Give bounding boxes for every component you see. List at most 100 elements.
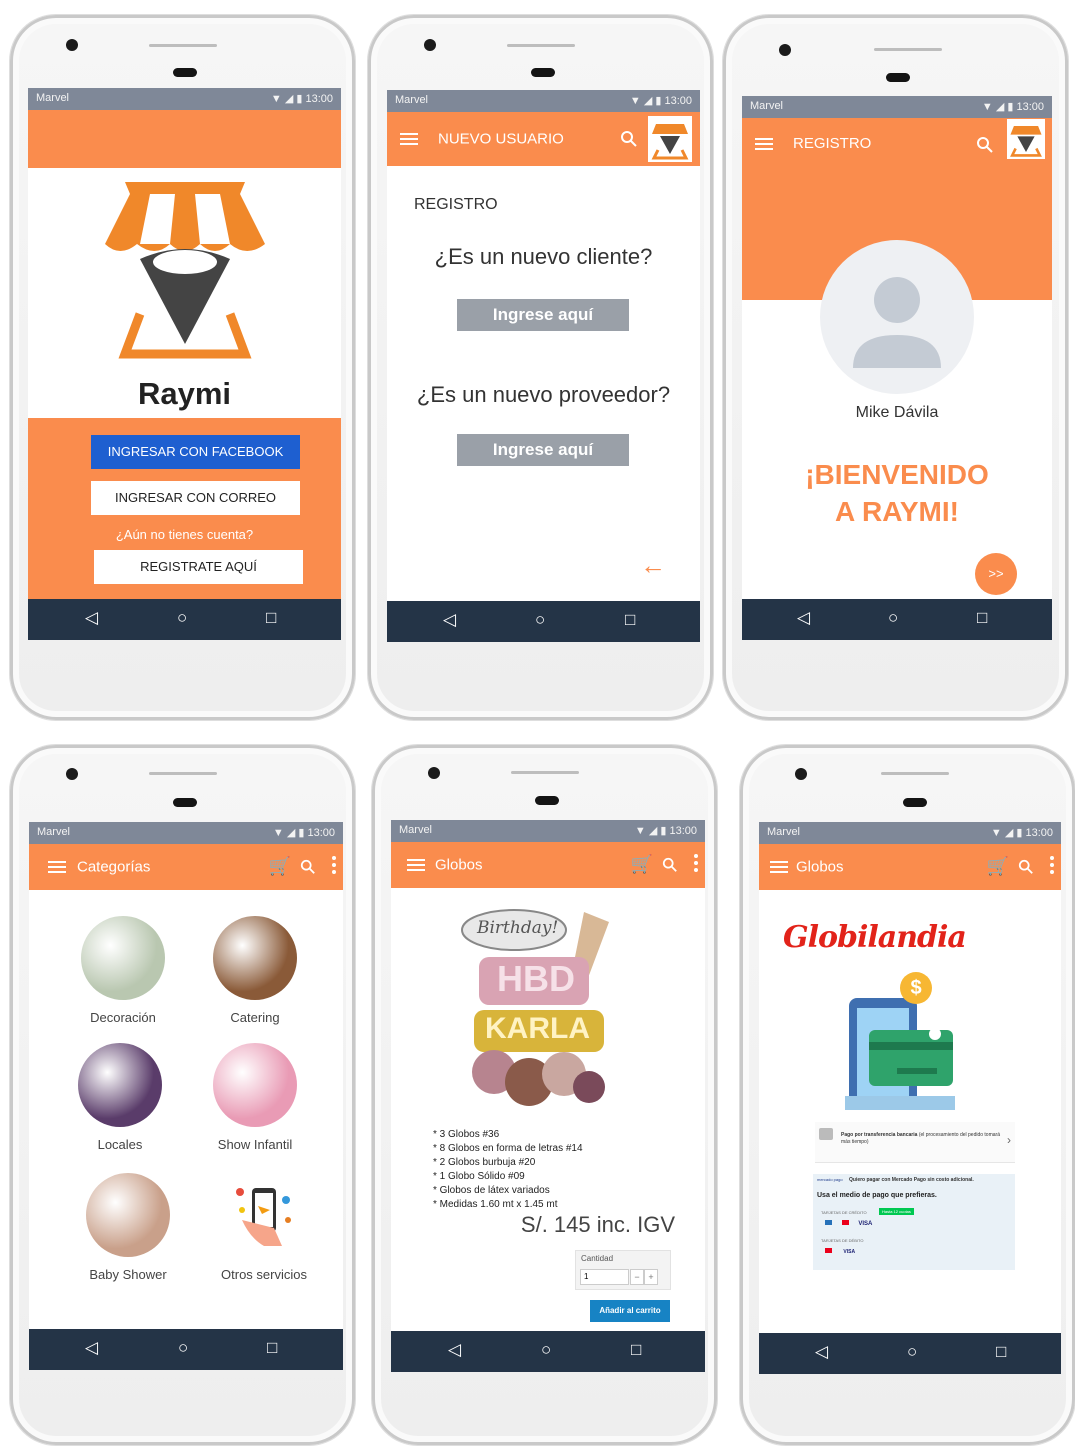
quantity-minus-button[interactable]: − (630, 1269, 644, 1285)
more-options-icon[interactable] (332, 856, 336, 874)
quantity-plus-button[interactable]: + (644, 1269, 658, 1285)
section-title: REGISTRO (414, 196, 498, 213)
category-decoracion[interactable]: Decoración (73, 916, 173, 1025)
debit-cards-label: TARJETAS DE DÉBITO (821, 1238, 864, 1243)
no-account-text: ¿Aún no tienes cuenta? (115, 527, 254, 542)
signal-icons: ▼ ◢ ▮ (981, 101, 1014, 113)
back-button[interactable]: ◁ (448, 1340, 461, 1360)
menu-icon[interactable] (48, 858, 66, 876)
category-otros-servicios[interactable]: Otros servicios (199, 1173, 329, 1282)
search-icon[interactable] (662, 857, 678, 873)
screen: Marvel ▼ ◢ ▮ 13:00 Globos 🛒 Globilandia (759, 822, 1061, 1374)
signal-icons: ▼ ◢ ▮ (629, 95, 662, 107)
transfer-title: Pago por transferencia bancaria (841, 1132, 918, 1138)
email-login-button[interactable]: INGRESAR CON CORREO (91, 481, 300, 515)
chevron-right-icon: › (1007, 1133, 1011, 1147)
sensor (886, 73, 910, 82)
home-button[interactable]: ○ (541, 1340, 551, 1360)
cart-icon[interactable]: 🛒 (269, 856, 291, 877)
user-name: Mike Dávila (855, 404, 939, 421)
provider-register-button[interactable]: Ingrese aquí (457, 434, 629, 466)
welcome-line2: A RAYMI! (835, 496, 959, 527)
quantity-label: Cantidad (581, 1254, 614, 1263)
menu-icon[interactable] (407, 856, 425, 874)
status-bar: Marvel ▼ ◢ ▮ 13:00 (28, 88, 341, 110)
facebook-login-button[interactable]: INGRESAR CON FACEBOOK (91, 435, 300, 469)
recents-button[interactable]: □ (266, 608, 276, 628)
category-show-infantil[interactable]: Show Infantil (195, 1043, 315, 1152)
home-button[interactable]: ○ (178, 1338, 188, 1358)
category-label: Catering (230, 1010, 280, 1025)
product-image: Birthday! HBD KARLA (449, 892, 629, 1112)
add-to-cart-button[interactable]: Añadir al carrito (590, 1300, 670, 1322)
phone-hand-icon (236, 1188, 291, 1246)
back-button[interactable]: ◁ (443, 610, 456, 630)
search-icon[interactable] (976, 136, 994, 154)
search-icon[interactable] (620, 130, 638, 148)
recents-button[interactable]: □ (267, 1338, 277, 1358)
sensor (903, 798, 927, 807)
mercadopago-text: Quiero pagar con Mercado Pago sin costo … (849, 1177, 974, 1183)
product-price: S/. 145 inc. IGV (520, 1212, 675, 1237)
quantity-input[interactable]: 1 (580, 1269, 629, 1285)
back-arrow-icon[interactable]: ← (640, 550, 666, 581)
recents-button[interactable]: □ (977, 608, 987, 628)
nav-bar: ◁ ○ □ (742, 599, 1052, 640)
screen: Marvel ▼ ◢ ▮ 13:00 Raymi INGRESAR CON FA… (28, 88, 341, 640)
category-catering[interactable]: Catering (195, 916, 315, 1025)
recents-button[interactable]: □ (996, 1342, 1006, 1362)
screen: Marvel ▼ ◢ ▮ 13:00 REGISTRO Mike Dávila … (742, 96, 1052, 640)
back-button[interactable]: ◁ (85, 1338, 98, 1358)
back-button[interactable]: ◁ (85, 608, 98, 628)
status-bar: Marvel ▼ ◢ ▮ 13:00 (742, 96, 1052, 118)
home-button[interactable]: ○ (177, 608, 187, 628)
category-locales[interactable]: Locales (70, 1043, 170, 1152)
appbar: NUEVO USUARIO (387, 112, 700, 166)
register-button[interactable]: REGISTRATE AQUÍ (94, 550, 303, 584)
clock: 13:00 (669, 825, 697, 837)
camera (66, 39, 78, 51)
detail-line: * 8 Globos en forma de letras #14 (433, 1143, 583, 1154)
quantity-box: Cantidad 1 − + (575, 1250, 671, 1290)
recents-button[interactable]: □ (625, 610, 635, 630)
category-baby-shower[interactable]: Baby Shower (73, 1173, 183, 1282)
new-client-question: ¿Es un nuevo cliente? (434, 244, 653, 269)
more-options-icon[interactable] (694, 854, 698, 872)
debit-card-logos: VISA (825, 1248, 855, 1255)
nav-bar: ◁ ○ □ (391, 1331, 705, 1372)
home-button[interactable]: ○ (888, 608, 898, 628)
bank-transfer-option[interactable]: Pago por transferencia bancaria (el proc… (815, 1122, 1015, 1163)
category-label: Otros servicios (221, 1267, 307, 1282)
appbar-title: REGISTRO (793, 135, 872, 152)
recents-button[interactable]: □ (631, 1340, 641, 1360)
carrier: Marvel (37, 826, 71, 838)
mercadopago-panel[interactable]: mercado pago Quiero pagar con Mercado Pa… (813, 1174, 1015, 1270)
category-label: Locales (97, 1137, 143, 1152)
appbar (28, 110, 341, 168)
home-button[interactable]: ○ (535, 610, 545, 630)
next-button[interactable]: >> (975, 553, 1017, 595)
category-image (213, 916, 297, 1000)
cart-icon[interactable]: 🛒 (631, 854, 653, 875)
user-icon (853, 277, 941, 368)
home-button[interactable]: ○ (907, 1342, 917, 1362)
brand-name: Raymi (137, 376, 232, 411)
menu-icon[interactable] (770, 858, 788, 876)
logo-icon (648, 116, 692, 162)
back-button[interactable]: ◁ (797, 608, 810, 628)
menu-icon[interactable] (400, 130, 418, 148)
avatar (820, 240, 974, 394)
category-label: Decoración (90, 1010, 156, 1025)
back-button[interactable]: ◁ (815, 1342, 828, 1362)
mastercard-debit-icon (825, 1248, 832, 1253)
more-options-icon[interactable] (1050, 856, 1054, 874)
signal-icons: ▼ ◢ ▮ (634, 825, 667, 837)
client-register-button[interactable]: Ingrese aquí (457, 299, 629, 331)
speaker (149, 772, 217, 775)
status-bar: Marvel ▼ ◢ ▮ 13:00 (391, 820, 705, 842)
cart-icon[interactable]: 🛒 (987, 856, 1009, 877)
search-icon[interactable] (1018, 859, 1034, 875)
appbar-title: Categorías (77, 858, 151, 876)
menu-icon[interactable] (755, 135, 773, 153)
search-icon[interactable] (300, 859, 316, 875)
